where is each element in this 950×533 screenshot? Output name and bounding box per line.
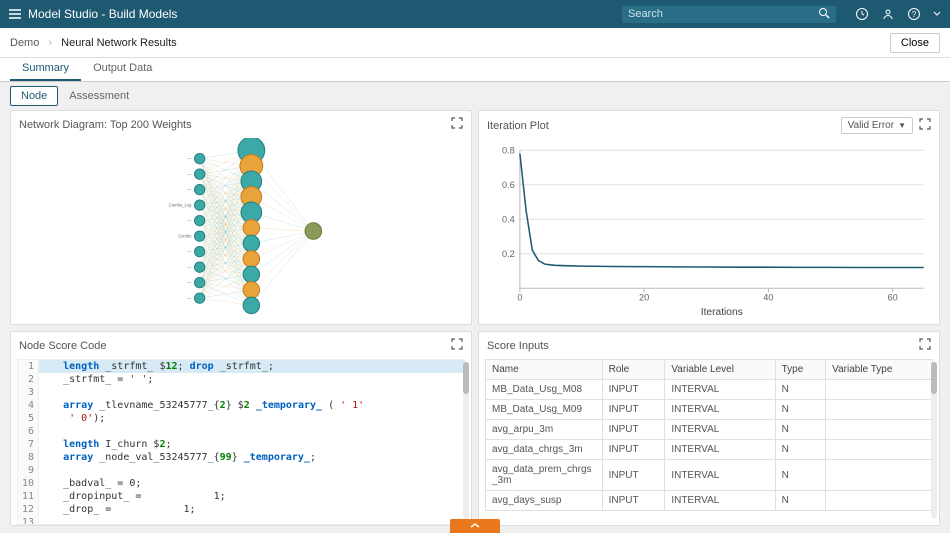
table-row[interactable]: avg_data_chrgs_3mINPUTINTERVALN bbox=[486, 440, 933, 460]
table-header[interactable]: Role bbox=[602, 360, 665, 380]
breadcrumb-current: Neural Network Results bbox=[61, 37, 177, 49]
svg-text:Combo: Combo bbox=[178, 234, 192, 239]
panel-inputs: Score Inputs NameRoleVariable LevelTypeV… bbox=[478, 331, 940, 526]
table-scrollbar[interactable] bbox=[931, 362, 937, 519]
panel-network: Network Diagram: Top 200 Weights — — — Comb… bbox=[10, 110, 472, 325]
svg-text:Combo_Log: Combo_Log bbox=[169, 203, 192, 208]
metric-dropdown-label: Valid Error bbox=[848, 120, 895, 131]
svg-text:0.6: 0.6 bbox=[502, 180, 515, 190]
table-row[interactable]: avg_arpu_3mINPUTINTERVALN bbox=[486, 420, 933, 440]
content-grid: Network Diagram: Top 200 Weights — — — Comb… bbox=[0, 110, 950, 532]
tab-output-data[interactable]: Output Data bbox=[81, 57, 164, 81]
panel-inputs-title: Score Inputs bbox=[487, 340, 549, 352]
search-wrap bbox=[622, 6, 836, 23]
profile-caret-icon[interactable] bbox=[932, 8, 942, 21]
table-row[interactable]: MB_Data_Usg_M08INPUTINTERVALN bbox=[486, 380, 933, 400]
tab-summary[interactable]: Summary bbox=[10, 57, 81, 81]
breadcrumb-sep: › bbox=[48, 37, 52, 49]
network-diagram[interactable]: — — — Combo_Log — Combo — — — — bbox=[11, 138, 471, 324]
svg-text:—: — bbox=[187, 249, 192, 254]
menu-icon[interactable] bbox=[8, 7, 22, 21]
subtab-assessment[interactable]: Assessment bbox=[58, 86, 140, 106]
svg-text:—: — bbox=[187, 187, 192, 192]
panel-code-title: Node Score Code bbox=[19, 340, 106, 352]
breadcrumb-root[interactable]: Demo bbox=[10, 37, 39, 49]
main-tabs: Summary Output Data bbox=[0, 58, 950, 82]
svg-text:0: 0 bbox=[517, 292, 522, 302]
svg-text:—: — bbox=[187, 172, 192, 177]
svg-text:—: — bbox=[187, 265, 192, 270]
svg-text:—: — bbox=[187, 296, 192, 301]
table-header[interactable]: Variable Type bbox=[826, 360, 933, 380]
expand-icon[interactable] bbox=[451, 117, 463, 132]
svg-text:0.2: 0.2 bbox=[502, 249, 515, 259]
user-icon[interactable] bbox=[880, 6, 896, 22]
chevron-down-icon: ▼ bbox=[898, 121, 906, 130]
clock-icon[interactable] bbox=[854, 6, 870, 22]
table-header[interactable]: Variable Level bbox=[665, 360, 775, 380]
table-header[interactable]: Type bbox=[775, 360, 826, 380]
svg-text:?: ? bbox=[912, 10, 917, 19]
app-title: Model Studio - Build Models bbox=[28, 7, 177, 21]
breadcrumb: Demo › Neural Network Results bbox=[10, 37, 177, 49]
search-icon[interactable] bbox=[818, 7, 830, 22]
panel-network-title: Network Diagram: Top 200 Weights bbox=[19, 119, 192, 131]
expand-icon[interactable] bbox=[451, 338, 463, 353]
expand-icon[interactable] bbox=[919, 118, 931, 133]
sub-tabs: Node Assessment bbox=[0, 82, 950, 110]
expand-icon[interactable] bbox=[919, 338, 931, 353]
svg-text:0.8: 0.8 bbox=[502, 145, 515, 155]
svg-text:60: 60 bbox=[887, 292, 897, 302]
iteration-chart[interactable]: 0.2 0.4 0.6 0.8 0 20 40 60 Iterations bbox=[479, 140, 939, 324]
svg-text:Iterations: Iterations bbox=[701, 307, 743, 318]
close-button[interactable]: Close bbox=[890, 33, 940, 53]
svg-text:0.4: 0.4 bbox=[502, 214, 515, 224]
table-row[interactable]: avg_data_prem_chrgs_3mINPUTINTERVALN bbox=[486, 460, 933, 491]
metric-dropdown[interactable]: Valid Error ▼ bbox=[841, 117, 913, 134]
code-editor[interactable]: 123456789101112131415 length _strfmt_ $1… bbox=[17, 359, 465, 525]
table-row[interactable]: avg_days_suspINPUTINTERVALN bbox=[486, 491, 933, 511]
subtab-node[interactable]: Node bbox=[10, 86, 58, 106]
svg-text:—: — bbox=[187, 156, 192, 161]
table-row[interactable]: MB_Data_Usg_M09INPUTINTERVALN bbox=[486, 400, 933, 420]
search-input[interactable] bbox=[628, 8, 818, 20]
footer-expand-icon[interactable] bbox=[450, 519, 500, 533]
panel-iteration-title: Iteration Plot bbox=[487, 120, 549, 132]
svg-text:—: — bbox=[187, 280, 192, 285]
code-gutter: 123456789101112131415 bbox=[18, 360, 39, 524]
code-scrollbar[interactable] bbox=[463, 362, 469, 519]
panel-code: Node Score Code 123456789101112131415 le… bbox=[10, 331, 472, 526]
svg-text:20: 20 bbox=[639, 292, 649, 302]
table-header[interactable]: Name bbox=[486, 360, 603, 380]
svg-text:40: 40 bbox=[763, 292, 773, 302]
svg-text:—: — bbox=[187, 218, 192, 223]
panel-iteration: Iteration Plot Valid Error ▼ 0.20.40.60.… bbox=[478, 110, 940, 325]
help-icon[interactable]: ? bbox=[906, 6, 922, 22]
code-body: length _strfmt_ $12; drop _strfmt_; _str… bbox=[39, 360, 464, 524]
score-inputs-table[interactable]: NameRoleVariable LevelTypeVariable Type … bbox=[485, 359, 933, 511]
top-bar: Model Studio - Build Models ? bbox=[0, 0, 950, 28]
sub-header: Demo › Neural Network Results Close bbox=[0, 28, 950, 58]
